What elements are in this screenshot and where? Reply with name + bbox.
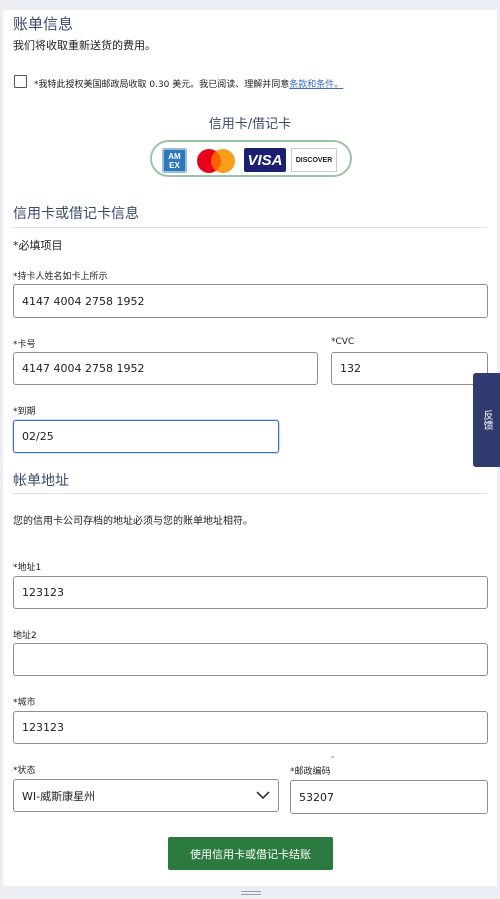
billing-info-subtitle: 我们将收取重新送货的费用。 [13, 39, 156, 52]
cvc-label: *CVC [331, 337, 355, 347]
zip-input[interactable]: 53207 [290, 780, 488, 814]
state-select-value: WI-威斯康星州 [22, 789, 96, 803]
drag-handle[interactable] [241, 891, 261, 895]
card-info-title: 信用卡或借记卡信息 [13, 206, 139, 222]
billing-info-title: 账单信息 [13, 15, 74, 33]
discover-text: DISCOVER [295, 156, 333, 164]
card-logos: AM EX VISA DISCOVER [150, 140, 352, 177]
consent-text: *我特此授权美国邮政局收取 0.30 美元。我已阅读、理解并同意 [34, 80, 290, 90]
svg-text:AM: AM [168, 152, 181, 161]
card-number-label: *卡号 [13, 340, 36, 350]
required-note: *必填项目 [13, 239, 63, 252]
address2-label: 地址2 [13, 631, 37, 641]
visa-icon: VISA [244, 148, 286, 172]
billing-address-note: 您的信用卡公司存档的地址必须与您的账单地址相符。 [13, 516, 253, 527]
divider-card-info [13, 227, 487, 228]
cardholder-label: *持卡人姓名如卡上所示 [13, 272, 108, 282]
expiry-label: *到期 [13, 407, 36, 417]
consent-checkbox[interactable] [14, 75, 27, 88]
address1-input[interactable]: 123123 [13, 576, 488, 609]
terms-link[interactable]: 条款和条件。 [289, 80, 343, 90]
card-number-input[interactable]: 4147 4004 2758 1952 [13, 352, 318, 385]
city-label: *城市 [13, 698, 36, 708]
zip-trademark: ™ [330, 756, 335, 762]
city-input[interactable]: 123123 [13, 711, 488, 744]
zip-label: *邮政编码 [290, 767, 331, 777]
checkout-button[interactable]: 使用信用卡或借记卡结账 [168, 837, 333, 870]
cvc-input[interactable]: 132 [331, 352, 488, 385]
amex-icon: AM EX [162, 148, 187, 173]
divider-billing-address [13, 493, 487, 494]
payment-methods-title: 信用卡/借记卡 [208, 117, 292, 132]
billing-address-title: 帐单地址 [13, 473, 69, 489]
discover-icon: DISCOVER [291, 148, 337, 172]
chevron-down-icon [256, 791, 270, 800]
mastercard-icon [194, 148, 238, 173]
consent-text-row: *我特此授权美国邮政局收取 0.30 美元。我已阅读、理解并同意条款和条件。 [34, 77, 343, 90]
address2-input[interactable] [13, 643, 488, 676]
feedback-tab[interactable]: 反馈 [473, 373, 500, 467]
state-label: *状态 [13, 766, 36, 776]
address1-label: *地址1 [13, 563, 42, 573]
cardholder-input[interactable]: 4147 4004 2758 1952 [13, 284, 488, 318]
expiry-input[interactable]: 02/25 [13, 420, 279, 453]
state-select[interactable]: WI-威斯康星州 [13, 779, 279, 812]
svg-text:EX: EX [169, 161, 180, 170]
